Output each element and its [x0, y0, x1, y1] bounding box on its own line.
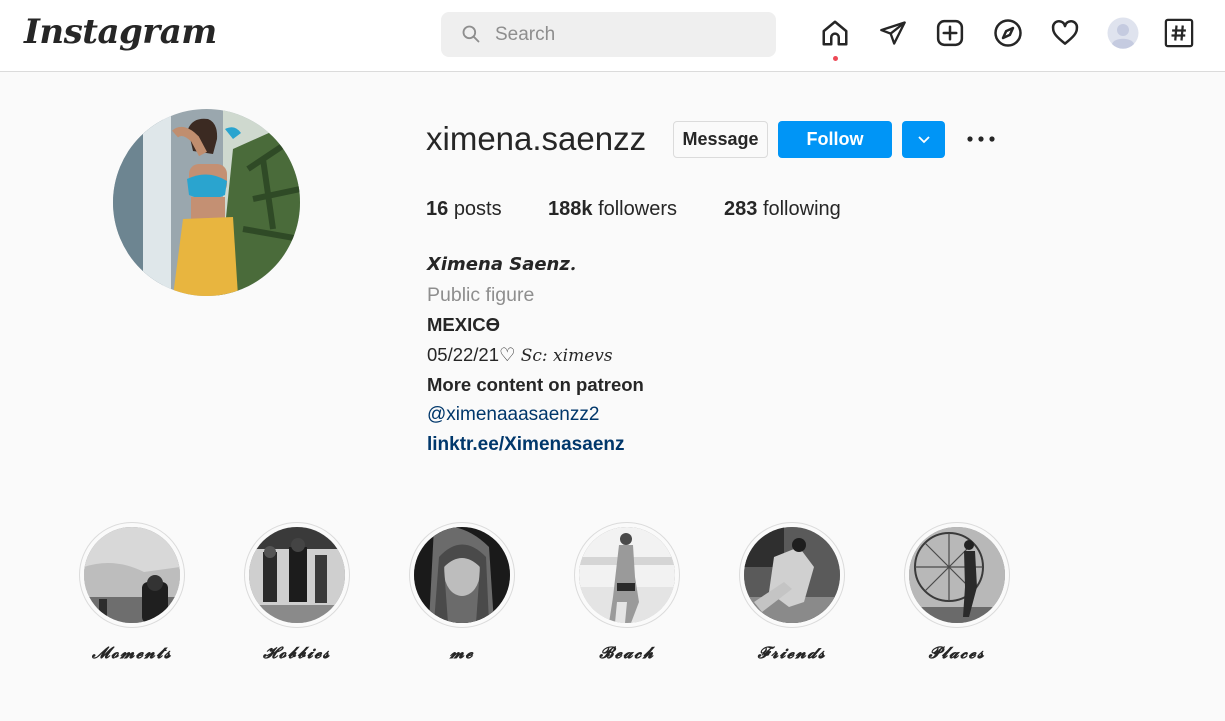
highlight-label: 𝓟𝓵𝓪𝓬𝓮𝓼 [928, 643, 986, 662]
highlight-label: 𝓕𝓻𝓲𝓮𝓷𝓭𝓼 [757, 643, 827, 662]
suggested-accounts-dropdown-button[interactable] [902, 121, 945, 158]
highlight-cover [744, 527, 840, 623]
more-options-button[interactable] [963, 127, 999, 151]
profile-category: Public figure [427, 284, 535, 306]
search-icon [462, 25, 480, 43]
highlight-places[interactable] [904, 522, 1010, 628]
follow-button[interactable]: Follow [778, 121, 892, 158]
bio-date-line: 05/22/21♡ Sc: ximevs [427, 344, 613, 366]
more-horizontal-icon [967, 136, 995, 142]
following-label: following [762, 198, 841, 220]
highlight-moments[interactable] [79, 522, 185, 628]
highlight-label: 𝓑𝓮𝓪𝓬𝓱 [599, 643, 655, 662]
posts-count: 16 [426, 198, 449, 220]
profile-full-name: 𝙓𝙞𝙢𝙚𝙣𝙖 𝙎𝙖𝙚𝙣𝙯. [427, 254, 577, 275]
highlight-label: 𝓶𝓮 [449, 643, 475, 662]
following-stat[interactable]: 283 following [724, 198, 841, 221]
message-button[interactable]: Message [673, 121, 768, 158]
direct-icon[interactable] [876, 16, 910, 50]
home-icon[interactable] [818, 16, 852, 50]
highlight-label: 𝓗𝓸𝓫𝓫𝓲𝓮𝓼 [262, 643, 331, 662]
active-indicator-dot [833, 56, 838, 61]
bio-external-link[interactable]: linktr.ee/Ximenasaenz [427, 434, 625, 456]
highlight-me[interactable] [409, 522, 515, 628]
hashtag-icon[interactable] [1162, 16, 1196, 50]
instagram-logo[interactable]: Instagram [24, 12, 217, 52]
highlight-friends[interactable] [739, 522, 845, 628]
following-count: 283 [724, 198, 758, 220]
highlight-cover [249, 527, 345, 623]
highlight-beach[interactable] [574, 522, 680, 628]
new-post-icon[interactable] [933, 16, 967, 50]
bio-country: MEXICϴ [427, 314, 500, 335]
posts-count-stat: 16 posts [426, 198, 502, 221]
highlight-hobbies[interactable] [244, 522, 350, 628]
posts-label: posts [453, 198, 502, 220]
profile-username: ximena.saenzz [426, 120, 647, 157]
search-box[interactable] [441, 12, 776, 57]
followers-count: 188k [548, 198, 593, 220]
bio-date: 05/22/21♡ [427, 344, 521, 365]
highlight-cover [909, 527, 1005, 623]
highlight-cover [414, 527, 510, 623]
activity-icon[interactable] [1048, 16, 1082, 50]
bio-credit: Sc: ximevs [520, 346, 613, 366]
highlight-label: 𝓜𝓸𝓶𝓮𝓷𝓽𝓼 [91, 643, 173, 662]
profile-avatar[interactable] [1106, 16, 1140, 50]
followers-stat[interactable]: 188k followers [548, 198, 677, 221]
search-input[interactable] [495, 12, 755, 57]
bio-mention-link[interactable]: @ximenaaasaenzz2 [427, 404, 599, 426]
highlight-cover [579, 527, 675, 623]
followers-label: followers [598, 198, 677, 220]
profile-picture[interactable] [113, 109, 300, 296]
explore-icon[interactable] [991, 16, 1025, 50]
highlight-cover [84, 527, 180, 623]
chevron-down-icon [917, 135, 930, 143]
bio-patreon-text: More content on patreon [427, 374, 644, 395]
top-nav-bar: Instagram [0, 0, 1225, 72]
